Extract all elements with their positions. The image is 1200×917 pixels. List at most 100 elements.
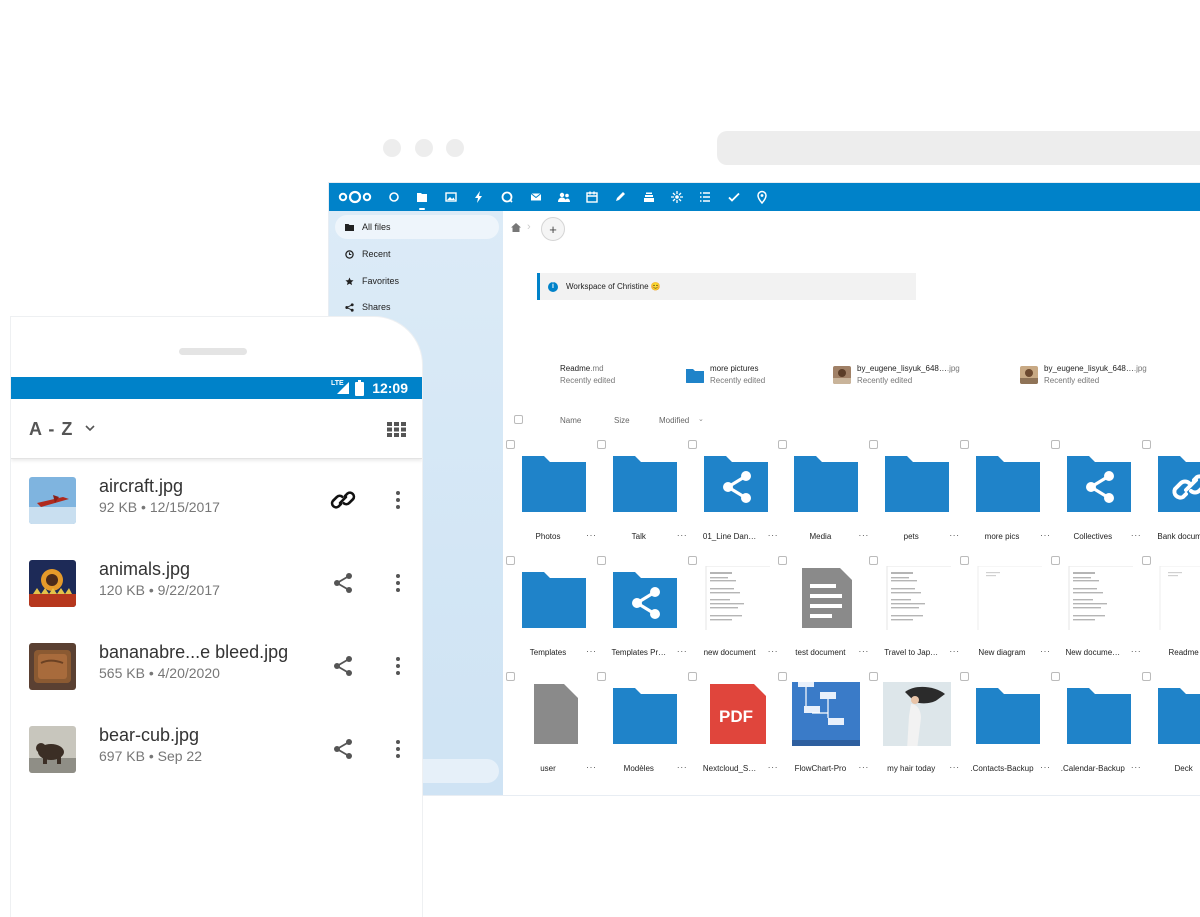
workspace-note[interactable]: i Workspace of Christine 😊 (537, 273, 916, 300)
sidebar-item-recent[interactable]: Recent (335, 242, 499, 266)
file-checkbox[interactable] (1141, 672, 1151, 681)
file-checkbox[interactable] (778, 672, 788, 681)
file-tile[interactable]: Collectives ··· (1050, 438, 1151, 552)
file-checkbox[interactable] (869, 672, 879, 681)
more-options-icon[interactable]: ··· (768, 762, 779, 772)
more-options-icon[interactable]: ··· (858, 530, 869, 540)
more-options-icon[interactable]: ··· (1040, 762, 1051, 772)
file-checkbox[interactable] (960, 440, 969, 449)
more-options-button[interactable] (389, 654, 407, 678)
more-options-icon[interactable]: ··· (586, 762, 597, 772)
file-checkbox[interactable] (687, 672, 697, 681)
home-icon[interactable] (511, 223, 521, 232)
deck-icon[interactable] (641, 189, 657, 205)
file-tile[interactable]: my hair today ··· (869, 670, 969, 784)
mail-icon[interactable] (528, 189, 544, 205)
bookmarks-icon[interactable] (669, 189, 685, 205)
file-checkbox[interactable] (778, 440, 788, 449)
calendar-icon[interactable] (584, 189, 600, 205)
column-name[interactable]: Name (560, 416, 581, 425)
file-tile[interactable]: Talk ··· (596, 438, 697, 552)
file-checkbox[interactable] (1141, 440, 1151, 449)
file-checkbox[interactable] (596, 556, 606, 565)
more-options-button[interactable] (389, 737, 407, 761)
file-checkbox[interactable] (960, 672, 969, 681)
recent-item[interactable]: by_eugene_lisyuk_648….jpg Recently edite… (833, 363, 960, 391)
talk-icon[interactable] (499, 189, 515, 205)
file-tile[interactable]: Templates ··· (506, 554, 606, 668)
file-checkbox[interactable] (687, 556, 697, 565)
more-options-icon[interactable]: ··· (1040, 646, 1051, 656)
more-options-icon[interactable]: ··· (586, 646, 597, 656)
file-tile[interactable]: .Contacts-Backup ··· (960, 670, 1060, 784)
share-link-button[interactable] (329, 486, 357, 514)
photos-icon[interactable] (443, 189, 459, 205)
file-checkbox[interactable] (506, 556, 515, 565)
file-list-item[interactable]: bananabre...e bleed.jpg 565 KB • 4/20/202… (11, 625, 422, 708)
file-checkbox[interactable] (687, 440, 697, 449)
file-list-item[interactable]: aircraft.jpg 92 KB • 12/15/2017 (11, 459, 422, 542)
file-tile[interactable]: New docume… ··· (1050, 554, 1151, 668)
more-options-icon[interactable]: ··· (677, 646, 688, 656)
share-button[interactable] (329, 735, 357, 763)
file-checkbox[interactable] (960, 556, 969, 565)
recent-item[interactable]: Readme.md Recently edited (560, 363, 615, 391)
file-checkbox[interactable] (506, 440, 515, 449)
maps-icon[interactable] (754, 189, 770, 205)
file-tile[interactable]: New diagram ··· (960, 554, 1060, 668)
more-options-icon[interactable]: ··· (949, 646, 960, 656)
file-tile[interactable]: Bank docum…··· (1141, 438, 1200, 552)
file-checkbox[interactable] (596, 440, 606, 449)
file-tile[interactable]: Modèles ··· (596, 670, 697, 784)
file-tile[interactable]: new document ··· (687, 554, 788, 668)
more-options-icon[interactable]: ··· (858, 762, 869, 772)
files-icon[interactable] (414, 189, 430, 210)
grid-view-icon[interactable] (387, 422, 406, 437)
file-checkbox[interactable] (869, 440, 879, 449)
file-checkbox[interactable] (869, 556, 879, 565)
url-bar[interactable] (717, 131, 1200, 165)
more-options-icon[interactable]: ··· (768, 530, 779, 540)
file-tile[interactable]: Photos ··· (506, 438, 606, 552)
more-options-icon[interactable]: ··· (949, 530, 960, 540)
notes-icon[interactable] (612, 189, 628, 205)
file-tile[interactable]: Deck··· (1141, 670, 1200, 784)
more-options-icon[interactable]: ··· (1131, 530, 1142, 540)
more-options-icon[interactable]: ··· (768, 646, 779, 656)
more-options-icon[interactable]: ··· (1131, 646, 1142, 656)
file-tile[interactable]: more pics ··· (960, 438, 1060, 552)
more-options-button[interactable] (389, 488, 407, 512)
file-tile[interactable]: Media ··· (778, 438, 878, 552)
share-button[interactable] (329, 569, 357, 597)
file-tile[interactable]: FlowChart-Pro ··· (778, 670, 878, 784)
share-button[interactable] (329, 652, 357, 680)
file-checkbox[interactable] (1050, 672, 1060, 681)
file-checkbox[interactable] (1050, 440, 1060, 449)
file-tile[interactable]: pets ··· (869, 438, 969, 552)
new-file-button[interactable]: + (541, 217, 565, 241)
more-options-button[interactable] (389, 571, 407, 595)
more-options-icon[interactable]: ··· (1040, 530, 1051, 540)
more-options-icon[interactable]: ··· (586, 530, 597, 540)
sidebar-item-all-files[interactable]: All files (335, 215, 499, 239)
recent-item[interactable]: more pictures Recently edited (686, 363, 765, 391)
sort-dropdown[interactable]: A - Z (29, 419, 95, 440)
file-tile[interactable]: PDF Nextcloud_S… ··· (687, 670, 788, 784)
contacts-icon[interactable] (556, 189, 572, 205)
more-options-icon[interactable]: ··· (1131, 762, 1142, 772)
file-tile[interactable]: .Calendar-Backup ··· (1050, 670, 1151, 784)
tasks-icon[interactable] (697, 189, 713, 205)
dashboard-icon[interactable] (386, 189, 402, 205)
sidebar-item-shares[interactable]: Shares (335, 295, 499, 319)
select-all-checkbox[interactable] (514, 415, 523, 424)
file-checkbox[interactable] (778, 556, 788, 565)
column-modified[interactable]: Modified (659, 416, 689, 425)
file-tile[interactable]: test document ··· (778, 554, 878, 668)
nextcloud-logo-icon[interactable] (337, 190, 373, 204)
file-tile[interactable]: Templates Pr… ··· (596, 554, 697, 668)
activity-icon[interactable] (471, 189, 487, 205)
more-options-icon[interactable]: ··· (677, 762, 688, 772)
file-checkbox[interactable] (1050, 556, 1060, 565)
column-size[interactable]: Size (614, 416, 630, 425)
file-tile[interactable]: 01_Line Dan… ··· (687, 438, 788, 552)
